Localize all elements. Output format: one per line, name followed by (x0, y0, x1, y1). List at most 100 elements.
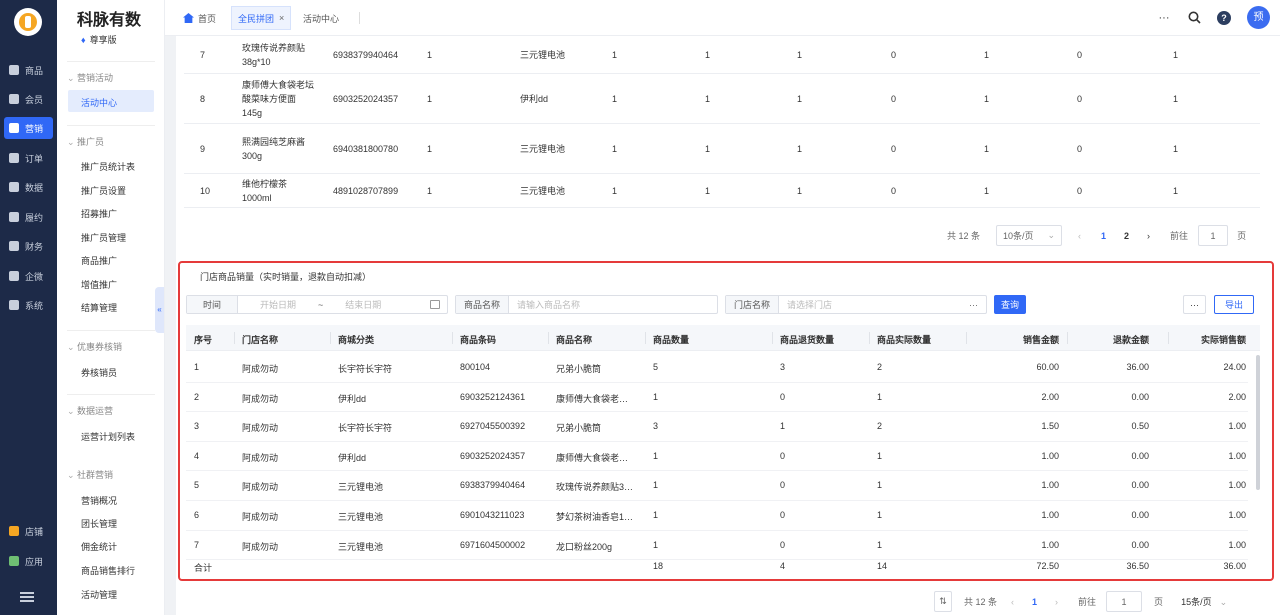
tab-activity-center[interactable]: 活动中心 (297, 6, 345, 30)
table-cell: 1 (612, 49, 618, 60)
sidebar-collapse-button[interactable]: « (155, 287, 164, 333)
rail-item-6[interactable]: 财务 (4, 235, 53, 257)
column-header[interactable]: 商品名称 (556, 333, 592, 346)
goto-page-input[interactable]: 1 (1198, 225, 1229, 246)
search-icon[interactable] (1187, 11, 1201, 25)
column-header[interactable]: 商城分类 (338, 333, 374, 346)
sidebar-item[interactable]: 推广员设置 (81, 184, 126, 197)
menu-toggle-icon[interactable] (20, 592, 34, 602)
sidebar-group-label: 社群营销 (77, 470, 114, 480)
range-separator: ~ (318, 299, 324, 310)
query-button[interactable]: 查询 (994, 295, 1027, 314)
system-icon (9, 300, 19, 310)
column-header[interactable]: 序号 (194, 333, 212, 346)
table-cell: 0 (780, 391, 786, 402)
column-divider (330, 332, 331, 344)
next-page-icon[interactable]: › (1147, 231, 1150, 241)
bottom-goto-label: 前往 (1078, 597, 1097, 607)
chevron-down-icon[interactable]: ⌄ (67, 73, 77, 83)
chevron-down-icon[interactable]: ⌄ (67, 137, 77, 147)
rail-item-0[interactable]: 商品 (4, 59, 53, 81)
column-settings-icon[interactable]: ⇅ (934, 591, 952, 612)
table-scrollbar[interactable] (1256, 355, 1260, 490)
sidebar-item[interactable]: 招募推广 (81, 207, 117, 220)
sidebar-item[interactable]: 推广员统计表 (81, 160, 135, 173)
rail-bottom-item-0[interactable]: 店铺 (4, 520, 53, 542)
total-cell: 36.00 (1223, 561, 1246, 571)
table-cell: 阿成勿动 (242, 423, 279, 434)
sidebar-item[interactable]: 佣金统计 (81, 540, 117, 553)
column-header[interactable]: 商品条码 (460, 333, 496, 346)
rail-item-5[interactable]: 履约 (4, 206, 53, 228)
sidebar-item[interactable]: 结算管理 (81, 301, 117, 314)
sidebar-item[interactable]: 推广员管理 (81, 231, 126, 244)
store-select[interactable]: 请选择门店 (779, 298, 840, 311)
sidebar-item[interactable]: 活动管理 (81, 588, 117, 601)
rail-item-8[interactable]: 系统 (4, 294, 53, 316)
rail-item-7[interactable]: 企微 (4, 265, 53, 287)
rail-item-label: 财务 (25, 241, 44, 252)
sidebar-item[interactable]: 商品推广 (81, 254, 117, 267)
table-cell: 1 (1173, 143, 1179, 154)
column-header[interactable]: 实际销售额 (1200, 333, 1246, 346)
rail-item-label: 应用 (25, 556, 44, 567)
column-header[interactable]: 销售金额 (1004, 333, 1059, 346)
sidebar-item[interactable]: 营销概况 (81, 494, 117, 507)
bottom-page-size-select[interactable]: 15条/页 ⌄ (1181, 595, 1227, 608)
chevron-down-icon[interactable]: ⌄ (67, 406, 77, 416)
chevron-down-icon[interactable]: ⌄ (67, 470, 77, 480)
bottom-page-1[interactable]: 1 (1032, 597, 1037, 607)
column-header[interactable]: 商品退货数量 (780, 333, 834, 346)
tab-group-buy[interactable]: 全民拼团 × (231, 6, 292, 30)
store-name-filter[interactable]: 门店名称 请选择门店 ··· (725, 295, 987, 314)
avatar[interactable]: 预 (1247, 6, 1270, 29)
rail-item-4[interactable]: 数据 (4, 176, 53, 198)
prev-page-icon[interactable]: ‹ (1078, 231, 1081, 241)
rail-item-3[interactable]: 订单 (4, 147, 53, 169)
close-icon[interactable]: × (279, 13, 284, 23)
column-header[interactable]: 商品实际数量 (877, 333, 931, 346)
sidebar-item[interactable]: 增值推广 (81, 278, 117, 291)
rail-bottom-item-1[interactable]: 应用 (4, 550, 53, 572)
start-date-input[interactable]: 开始日期 (252, 298, 304, 311)
table-row: 1 阿成勿动 长宇符长宇符 800104 兄弟小脆筒 5 3 2 60.00 36.00 24.00 (186, 353, 1248, 383)
more-actions-button[interactable]: ··· (1183, 295, 1206, 314)
app-logo[interactable] (14, 8, 42, 36)
rail-item-1[interactable]: 会员 (4, 88, 53, 110)
column-header[interactable]: 退款金额 (1104, 333, 1149, 346)
product-name-input[interactable]: 请输入商品名称 (509, 298, 588, 311)
bottom-next-icon[interactable]: › (1055, 597, 1058, 607)
tab-home[interactable]: 首页 (177, 6, 222, 30)
store-more-icon[interactable]: ··· (969, 300, 978, 310)
export-button[interactable]: 导出 (1214, 295, 1255, 314)
table-cell: 0.00 (1131, 450, 1149, 461)
sidebar-item[interactable]: 活动中心 (68, 90, 154, 112)
bottom-goto-input[interactable]: 1 (1106, 591, 1143, 612)
table-cell: 1.00 (1228, 539, 1246, 550)
rail-item-2[interactable]: 营销 (4, 117, 53, 139)
rail-item-label: 店铺 (25, 526, 44, 537)
sidebar-item[interactable]: 商品销售排行 (81, 564, 135, 577)
product-name-filter[interactable]: 商品名称 请输入商品名称 (455, 295, 718, 314)
total-cell: 72.50 (1036, 561, 1059, 571)
table-cell: 伊利dd (520, 93, 549, 104)
bottom-prev-icon[interactable]: ‹ (1011, 597, 1014, 607)
date-range-filter[interactable]: 时间 开始日期 ~ 结束日期 (186, 295, 448, 314)
page-size-select[interactable]: 10条/页 ⌄ (996, 225, 1063, 246)
page-1[interactable]: 1 (1101, 231, 1106, 241)
more-icon[interactable]: ··· (1157, 11, 1171, 25)
end-date-input[interactable]: 结束日期 (337, 298, 389, 311)
table-row: 7 玫瑰传说养颜贴38g*10 6938379940464 1 三元锂电池 1 1 1 0 1 0 1 (184, 36, 1260, 74)
sidebar-item[interactable]: 运营计划列表 (81, 430, 135, 443)
table-cell: 阿成勿动 (242, 452, 279, 463)
chevron-down-icon[interactable]: ⌄ (67, 342, 77, 352)
calendar-icon[interactable] (430, 300, 440, 309)
help-icon[interactable]: ? (1217, 10, 1231, 25)
table-cell: 60.00 (1036, 362, 1059, 372)
sidebar-item[interactable]: 券核销员 (81, 366, 117, 379)
page-2[interactable]: 2 (1124, 231, 1129, 241)
column-header[interactable]: 商品数量 (653, 333, 689, 346)
column-divider (869, 332, 870, 344)
column-header[interactable]: 门店名称 (242, 333, 278, 346)
sidebar-item[interactable]: 团长管理 (81, 517, 117, 530)
